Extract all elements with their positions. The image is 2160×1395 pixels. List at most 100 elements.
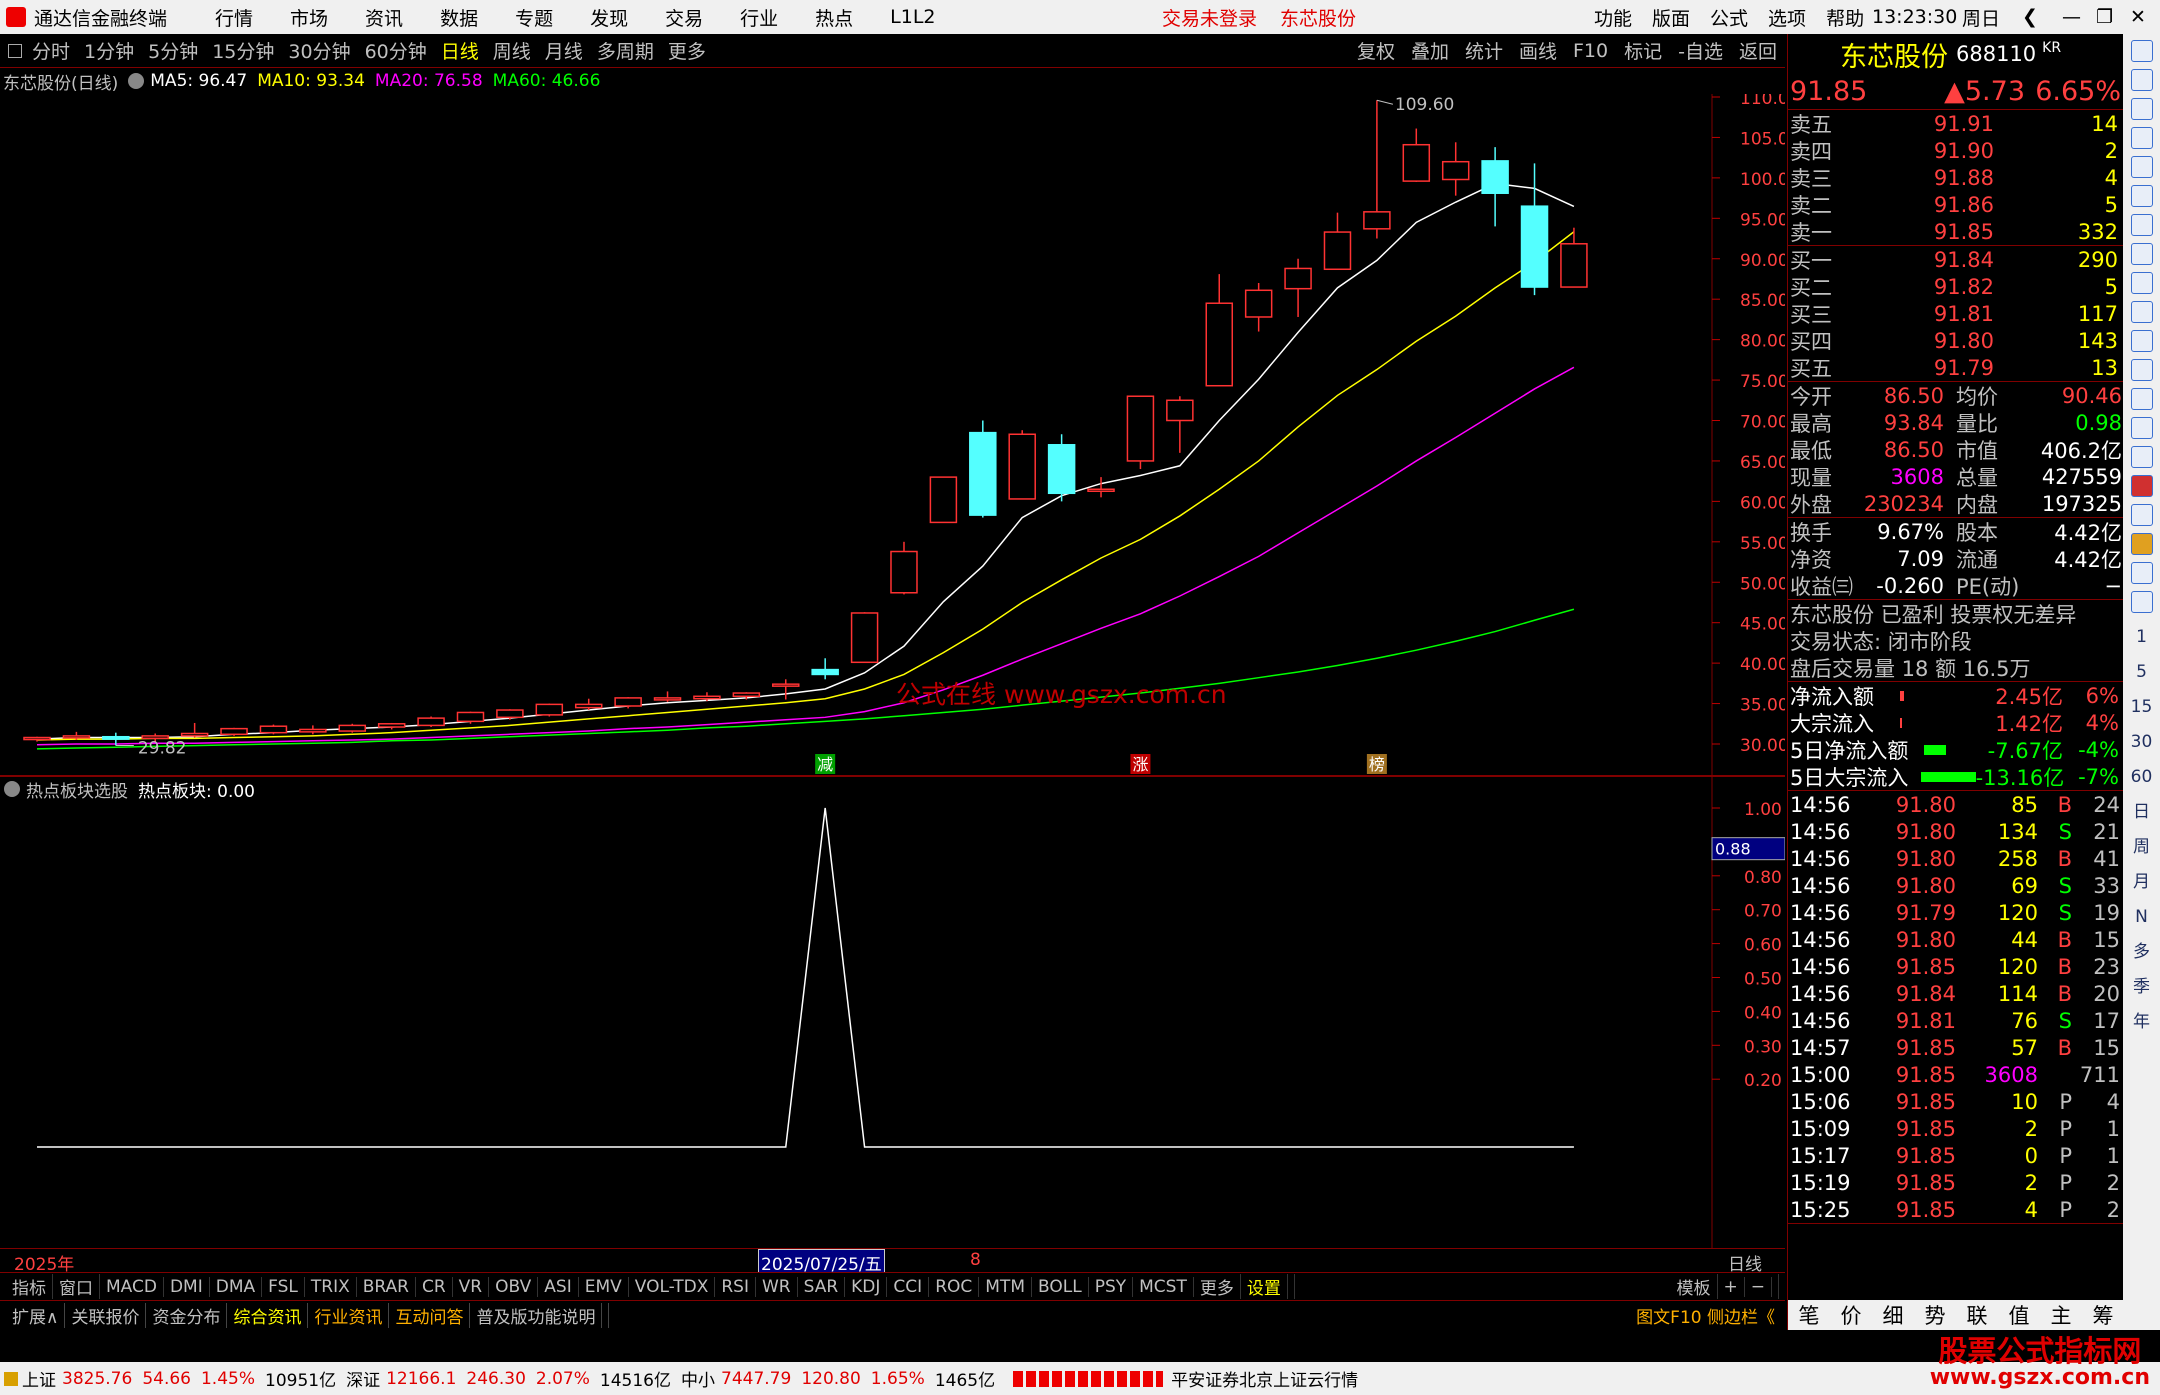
f2-icon[interactable] xyxy=(2130,359,2153,381)
indicator-tab[interactable]: 设置 xyxy=(1241,1274,1288,1299)
nav-down-icon[interactable] xyxy=(2130,98,2153,120)
settings-icon[interactable] xyxy=(128,73,145,89)
panel-tab[interactable]: 价 xyxy=(1830,1300,1872,1330)
menu-item[interactable]: 选项 xyxy=(1768,4,1806,31)
sidebar-period[interactable]: 周 xyxy=(2123,830,2160,865)
bottom-tab[interactable]: 综合资讯 xyxy=(227,1303,309,1328)
refresh-icon[interactable] xyxy=(2130,591,2153,613)
indicator-tab[interactable]: MTM xyxy=(979,1276,1032,1297)
panel-tab[interactable]: 势 xyxy=(1914,1300,1956,1330)
bottom-tab[interactable]: 扩展∧ xyxy=(6,1303,66,1328)
chart-tool-button[interactable]: 叠加 xyxy=(1411,37,1449,64)
tab-period[interactable]: 分时 xyxy=(32,37,70,64)
tab-period[interactable]: 15分钟 xyxy=(212,37,274,64)
chart-tool-button[interactable]: 复权 xyxy=(1357,37,1395,64)
sidebar-period[interactable]: N xyxy=(2123,900,2160,935)
line-chart-icon[interactable] xyxy=(2130,185,2153,207)
menu-item[interactable]: 公式 xyxy=(1710,4,1748,31)
indicator-tab[interactable]: CCI xyxy=(887,1276,930,1297)
indicator-tab[interactable]: 指标 xyxy=(6,1274,53,1299)
f10-icon[interactable] xyxy=(2130,330,2153,352)
sidebar-period[interactable]: 月 xyxy=(2123,865,2160,900)
sidebar-period[interactable]: 60 xyxy=(2123,760,2160,795)
panel-tab[interactable]: 值 xyxy=(1998,1300,2040,1330)
minimize-icon[interactable]: — xyxy=(2062,6,2081,28)
tab-period[interactable]: 月线 xyxy=(545,37,583,64)
move-icon[interactable] xyxy=(2130,504,2153,526)
sidebar-period[interactable]: 多 xyxy=(2123,935,2160,970)
f10-sidebar-link[interactable]: 图文F10 侧边栏《 xyxy=(1630,1303,1781,1328)
bottom-tab[interactable]: 关联报价 xyxy=(65,1303,147,1328)
menu-item[interactable]: 数据 xyxy=(440,4,478,31)
bottom-tab[interactable]: 资金分布 xyxy=(146,1303,228,1328)
indicator-tab[interactable]: KDJ xyxy=(845,1276,888,1297)
chart-tool-button[interactable]: 返回 xyxy=(1739,37,1777,64)
panel-tab[interactable]: 细 xyxy=(1872,1300,1914,1330)
menu-item[interactable]: 版面 xyxy=(1652,4,1690,31)
menu-item[interactable]: 行业 xyxy=(740,4,778,31)
sidebar-period[interactable]: 5 xyxy=(2123,655,2160,690)
bottom-tab[interactable]: 行业资讯 xyxy=(308,1303,390,1328)
menu-item[interactable]: 市场 xyxy=(290,4,328,31)
indicator-tab[interactable]: CR xyxy=(416,1276,453,1297)
trade-login-notice[interactable]: 交易未登录 xyxy=(1162,4,1257,31)
menu-item[interactable]: L1L2 xyxy=(890,6,935,28)
menu-item[interactable]: 功能 xyxy=(1594,4,1632,31)
panel-tab[interactable]: 筹 xyxy=(2082,1300,2124,1330)
sidebar-period[interactable]: 15 xyxy=(2123,690,2160,725)
indicator-tab[interactable]: WR xyxy=(756,1276,798,1297)
tab-period[interactable]: 1分钟 xyxy=(84,37,134,64)
close-icon[interactable]: ✕ xyxy=(2130,6,2146,28)
indicator-tab[interactable]: BOLL xyxy=(1032,1276,1089,1297)
nav-left-icon[interactable] xyxy=(2130,40,2153,62)
sidebar-period[interactable]: 日 xyxy=(2123,795,2160,830)
indicator-tab[interactable]: PSY xyxy=(1089,1276,1134,1297)
chart-tool-button[interactable]: -自选 xyxy=(1678,37,1723,64)
indicator-tab[interactable]: MACD xyxy=(100,1276,164,1297)
sidebar-period[interactable]: 30 xyxy=(2123,725,2160,760)
grid-icon[interactable] xyxy=(2130,127,2153,149)
table-icon[interactable] xyxy=(2130,156,2153,178)
indicator-tab[interactable]: ASI xyxy=(538,1276,579,1297)
settings-icon[interactable] xyxy=(4,781,20,797)
f5-icon[interactable] xyxy=(2130,562,2153,584)
tab-period[interactable]: 60分钟 xyxy=(365,37,427,64)
rsi-icon[interactable] xyxy=(2130,446,2153,468)
pencil-icon[interactable] xyxy=(2130,533,2153,555)
menu-item[interactable]: 发现 xyxy=(590,4,628,31)
sidebar-period[interactable]: 1 xyxy=(2123,620,2160,655)
layout-icon[interactable] xyxy=(8,43,22,58)
indicator-tab[interactable]: DMI xyxy=(164,1276,210,1297)
sidebar-period[interactable]: 季 xyxy=(2123,970,2160,1005)
indicator-tab[interactable]: BRAR xyxy=(357,1276,416,1297)
sidebar-period[interactable]: 年 xyxy=(2123,1005,2160,1040)
tab-period[interactable]: 更多 xyxy=(668,37,706,64)
indicator-tab[interactable]: 窗口 xyxy=(53,1274,100,1299)
tab-period[interactable]: 日线 xyxy=(441,37,479,64)
indicator-tab[interactable]: VOL-TDX xyxy=(629,1276,716,1297)
list-icon[interactable] xyxy=(2130,243,2153,265)
candle-icon[interactable] xyxy=(2130,214,2153,236)
panel-tab[interactable]: 联 xyxy=(1956,1300,1998,1330)
bottom-tab[interactable]: 普及版功能说明 xyxy=(470,1303,603,1328)
indicator-tab[interactable]: MCST xyxy=(1133,1276,1194,1297)
indicator-tool[interactable]: + xyxy=(1718,1276,1745,1297)
menu-item[interactable]: 专题 xyxy=(515,4,553,31)
indicator-tab[interactable]: ROC xyxy=(929,1276,980,1297)
indicator-tab[interactable]: 更多 xyxy=(1194,1274,1241,1299)
indicator-tab[interactable]: DMA xyxy=(210,1276,263,1297)
kline-chart[interactable]: 110.00 105.00 100.00 95.00 90.00 85.00 80.00 75… xyxy=(0,94,1785,1248)
circle-icon[interactable] xyxy=(2130,388,2153,410)
chart-tool-button[interactable]: 画线 xyxy=(1519,37,1557,64)
indicator-tab[interactable]: RSI xyxy=(715,1276,756,1297)
indicator-tab[interactable]: TRIX xyxy=(305,1276,357,1297)
chart-tool-button[interactable]: F10 xyxy=(1573,40,1608,62)
panel-tab[interactable]: 笔 xyxy=(1788,1300,1830,1330)
indicator-tab[interactable]: VR xyxy=(453,1276,490,1297)
back-icon[interactable]: ❮ xyxy=(2022,6,2038,28)
book-icon[interactable] xyxy=(2130,417,2153,439)
menu-item[interactable]: 行情 xyxy=(215,4,253,31)
restore-icon[interactable]: ❐ xyxy=(2096,6,2113,28)
menu-item[interactable]: 交易 xyxy=(665,4,703,31)
tab-period[interactable]: 30分钟 xyxy=(288,37,350,64)
